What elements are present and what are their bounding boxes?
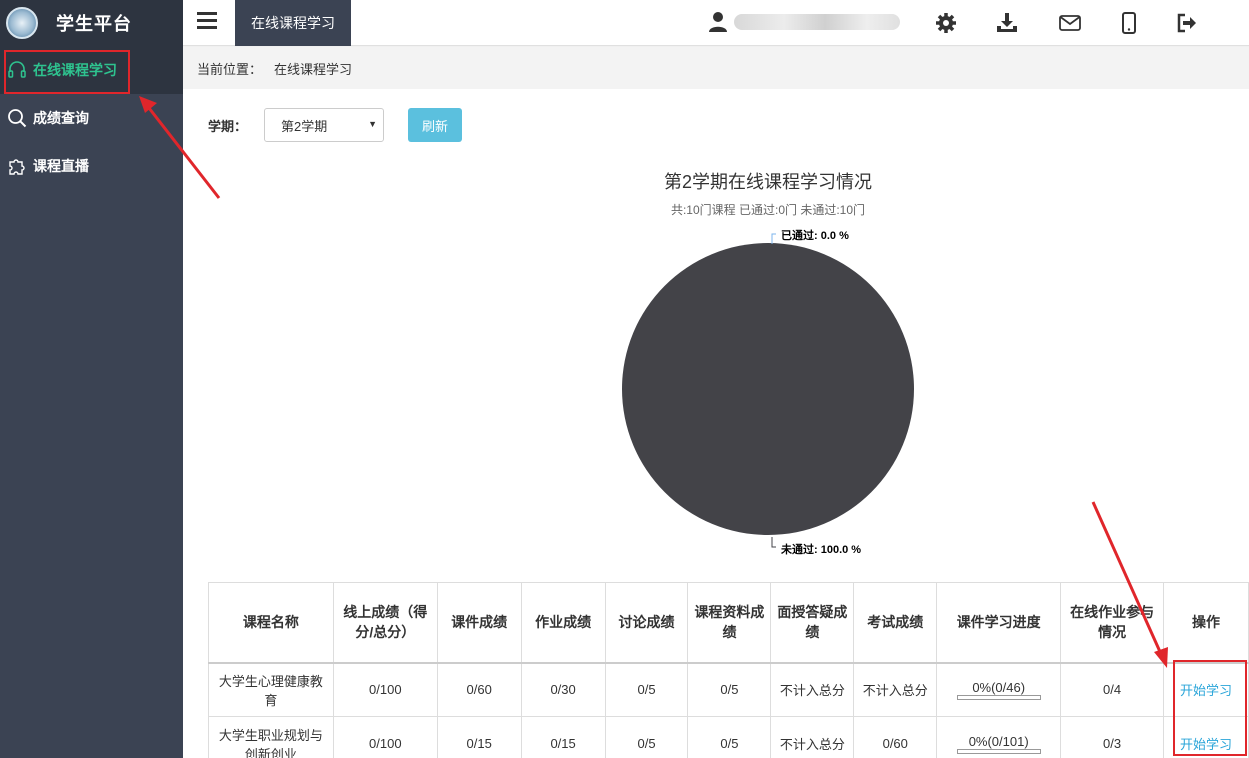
- annotation-arrowhead-nav: [139, 96, 157, 113]
- annotation-arrow-nav: [147, 107, 221, 199]
- annotation-arrowhead-action: [1154, 647, 1168, 668]
- annotation-arrows: [139, 96, 1168, 668]
- annotation-arrow-action: [1091, 501, 1163, 655]
